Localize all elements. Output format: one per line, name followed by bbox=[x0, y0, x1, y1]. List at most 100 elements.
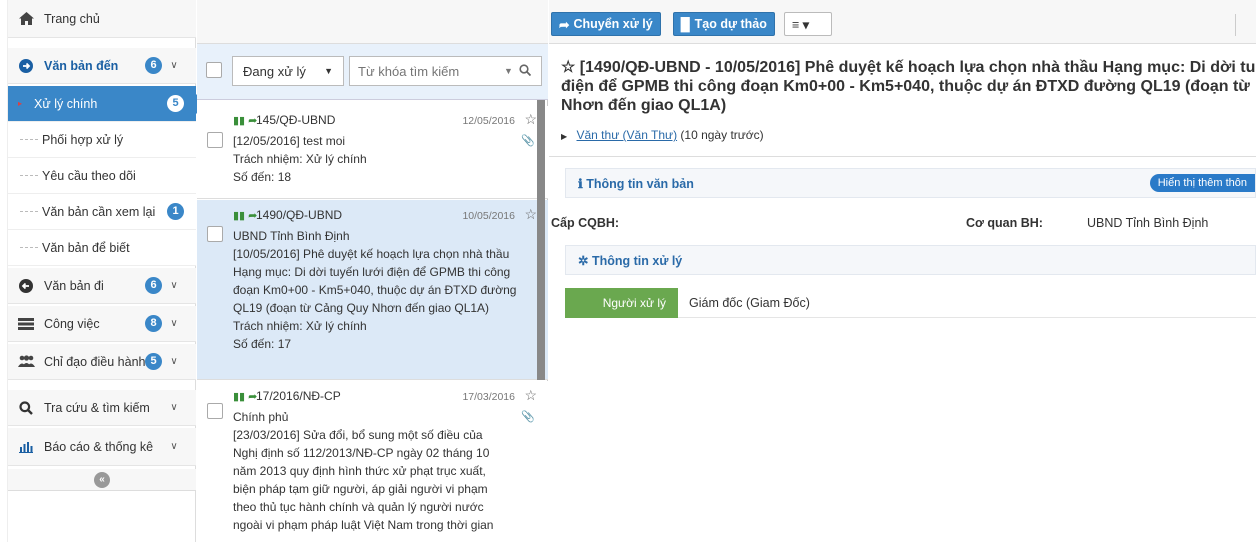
sidebar-subitem-follow-up[interactable]: Yêu cầu theo dõi bbox=[8, 158, 196, 194]
list-panel-header bbox=[197, 0, 548, 44]
show-more-button[interactable]: Hiển thị thêm thôn bbox=[1149, 174, 1255, 192]
sidebar-subitem-coordination[interactable]: Phối hợp xử lý bbox=[8, 122, 196, 158]
sidebar-item-label: Văn bản để biết bbox=[42, 240, 130, 255]
caret-down-icon[interactable]: ▼ bbox=[504, 66, 513, 76]
document-title: ☆ [1490/QĐ-UBND - 10/05/2016] Phê duyệt … bbox=[561, 58, 1256, 115]
document-status-icons: ▮▮ ➦ bbox=[233, 210, 258, 222]
bullet-icon: ▸ bbox=[18, 99, 23, 108]
chevron-down-icon: ∨ bbox=[170, 318, 178, 329]
sidebar-item-search[interactable]: Tra cứu & tìm kiếm ∨ bbox=[8, 390, 196, 426]
more-menu-button[interactable]: ≡ ▾ bbox=[784, 12, 832, 36]
tree-connector bbox=[20, 139, 38, 140]
list-item[interactable]: ▮▮ ➦ 145/QĐ-UBND 12/05/2016 ☆ 📎 [12/05/2… bbox=[197, 106, 548, 199]
sender-time: (10 ngày trước) bbox=[680, 128, 764, 142]
document-status-icons: ▮▮ ➦ bbox=[233, 115, 258, 127]
section-title: ℹ Thông tin văn bản bbox=[578, 176, 694, 191]
toolbar-divider bbox=[1235, 14, 1236, 36]
list-filter-bar: Đang xử lý ▼ ▼ bbox=[197, 44, 548, 100]
info-circle-icon: ℹ bbox=[578, 176, 583, 191]
tree-connector bbox=[20, 211, 38, 212]
document-summary: Chính phủ [23/03/2016] Sửa đổi, bổ sung … bbox=[233, 408, 538, 534]
document-number: 1490/QĐ-UBND bbox=[256, 208, 343, 222]
chevron-down-icon: ∨ bbox=[170, 356, 178, 367]
summary-line: Hạng mục: Di dời tuyến lưới điện để GPMB… bbox=[233, 265, 511, 279]
document-number: 145/QĐ-UBND bbox=[256, 113, 336, 127]
title-line: ☆ [1490/QĐ-UBND - 10/05/2016] Phê duyệt … bbox=[561, 59, 1256, 76]
count-badge: 5 bbox=[167, 95, 184, 112]
item-checkbox[interactable] bbox=[207, 132, 223, 148]
sidebar-subitem-for-info[interactable]: Văn bản để biết bbox=[8, 230, 196, 266]
list-item[interactable]: ▮▮ ➦ 17/2016/NĐ-CP 17/03/2016 ☆ 📎 Chính … bbox=[197, 381, 548, 542]
sender-link[interactable]: Văn thư (Văn Thư) bbox=[577, 128, 678, 142]
summary-line: năm 2013 quy định hình thức xử phạt trục… bbox=[233, 464, 486, 478]
title-line: điện để GPMB thi công đoạn Km0+00 - Km5+… bbox=[561, 78, 1250, 95]
summary-line: theo thủ tục hành chính và quản lý người… bbox=[233, 500, 484, 514]
sidebar-item-directives[interactable]: Chỉ đạo điều hành 5 ∨ bbox=[8, 344, 196, 380]
summary-line: UBND Tỉnh Bình Định bbox=[233, 229, 350, 243]
handler-label: Người xử lý bbox=[565, 288, 678, 318]
active-pointer bbox=[187, 94, 197, 114]
section-title-text: Thông tin xử lý bbox=[591, 253, 683, 268]
double-chevron-left-icon: « bbox=[94, 471, 110, 488]
sidebar-item-incoming[interactable]: Văn bản đến 6 ∨ bbox=[8, 48, 196, 84]
status-filter-value: Đang xử lý bbox=[243, 63, 306, 79]
sidebar-item-label: Văn bản đến bbox=[44, 58, 119, 73]
count-badge: 6 bbox=[145, 57, 162, 74]
sidebar-item-label: Phối hợp xử lý bbox=[42, 132, 124, 147]
chevron-down-icon: ∨ bbox=[170, 60, 178, 71]
caret-down-icon: ▼ bbox=[324, 66, 333, 76]
expand-triangle-icon[interactable]: ▶ bbox=[561, 132, 567, 141]
select-all-checkbox[interactable] bbox=[206, 62, 222, 78]
star-icon[interactable]: ☆ bbox=[524, 206, 537, 223]
search-icon bbox=[16, 400, 36, 415]
chevron-down-icon: ∨ bbox=[170, 441, 178, 452]
item-checkbox[interactable] bbox=[207, 226, 223, 242]
handler-value: Giám đốc (Giam Đốc) bbox=[689, 296, 810, 310]
sidebar-item-label: Tra cứu & tìm kiếm bbox=[44, 400, 150, 415]
sidebar-item-home[interactable]: Trang chủ bbox=[8, 0, 196, 38]
sidebar-item-label: Trang chủ bbox=[44, 11, 100, 26]
list-scrollbar[interactable] bbox=[537, 100, 545, 380]
sidebar-item-label: Chỉ đạo điều hành bbox=[44, 354, 146, 369]
summary-line: [10/05/2016] Phê duyệt kế hoạch lựa chọn… bbox=[233, 247, 510, 261]
processing-info-section: ✲ Thông tin xử lý bbox=[565, 245, 1256, 275]
sidebar-subitem-main-processing[interactable]: ▸ Xử lý chính 5 bbox=[8, 86, 196, 122]
summary-line: biện pháp tạm giữ người, áp giải người v… bbox=[233, 482, 488, 496]
sidebar-collapse-button[interactable]: « bbox=[8, 469, 196, 491]
sidebar-item-label: Văn bản cần xem lại bbox=[42, 204, 156, 219]
summary-line: [23/03/2016] Sửa đổi, bổ sung một số điề… bbox=[233, 428, 483, 442]
star-icon[interactable]: ☆ bbox=[524, 111, 537, 128]
list-item-selected[interactable]: ▮▮ ➦ 1490/QĐ-UBND 10/05/2016 ☆ UBND Tỉnh… bbox=[197, 200, 548, 380]
star-icon[interactable]: ☆ bbox=[524, 387, 537, 404]
sidebar-item-outgoing[interactable]: Văn bản đi 6 ∨ bbox=[8, 268, 196, 304]
handler-row: Người xử lý Giám đốc (Giam Đốc) bbox=[565, 288, 1256, 318]
keyword-search-input[interactable] bbox=[358, 63, 498, 79]
summary-line: Trách nhiệm: Xử lý chính bbox=[233, 319, 367, 333]
sidebar-subitem-review[interactable]: Văn bản cần xem lại 1 bbox=[8, 194, 196, 230]
document-status-icons: ▮▮ ➦ bbox=[233, 391, 258, 403]
issuer-value: UBND Tỉnh Bình Định bbox=[1087, 216, 1209, 230]
summary-line: ngoài vi phạm pháp luật Việt Nam trong t… bbox=[233, 518, 494, 532]
sidebar-edge bbox=[0, 0, 8, 542]
summary-line: Số đến: 17 bbox=[233, 337, 292, 351]
document-info-section: ℹ Thông tin văn bản Hiển thị thêm thôn bbox=[565, 168, 1256, 198]
sidebar-item-reports[interactable]: Báo cáo & thống kê ∨ bbox=[8, 428, 196, 466]
status-filter-select[interactable]: Đang xử lý ▼ bbox=[232, 56, 344, 86]
summary-line: Số đến: 18 bbox=[233, 170, 292, 184]
summary-line: đoạn Km0+00 - Km5+040, thuộc dự án ĐTXD … bbox=[233, 283, 517, 297]
create-draft-button[interactable]: ▉ Tạo dự thảo bbox=[673, 12, 775, 36]
share-arrow-icon: ➦ bbox=[559, 17, 570, 32]
sidebar-item-tasks[interactable]: Công việc 8 ∨ bbox=[8, 306, 196, 342]
search-icon[interactable] bbox=[519, 63, 532, 79]
tasks-icon bbox=[16, 317, 36, 330]
list-menu-icon: ≡ ▾ bbox=[792, 17, 810, 32]
forward-processing-button[interactable]: ➦ Chuyển xử lý bbox=[551, 12, 661, 36]
arrow-circle-right-icon bbox=[16, 58, 36, 73]
arrow-circle-left-icon bbox=[16, 278, 36, 293]
count-badge: 8 bbox=[145, 315, 162, 332]
item-checkbox[interactable] bbox=[207, 403, 223, 419]
tree-connector bbox=[20, 175, 38, 176]
chevron-down-icon: ∨ bbox=[170, 402, 178, 413]
section-title-text: Thông tin văn bản bbox=[586, 176, 694, 191]
detail-toolbar: ➦ Chuyển xử lý ▉ Tạo dự thảo ≡ ▾ bbox=[549, 0, 1256, 44]
